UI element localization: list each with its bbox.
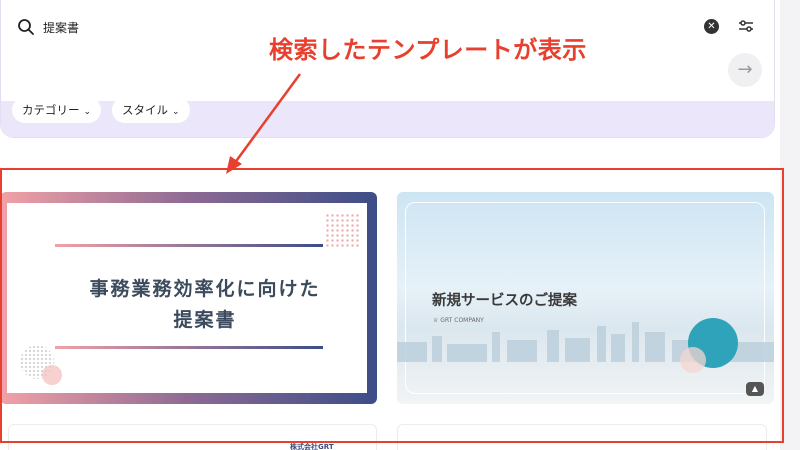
template-search-page: 提案書 ✕ → カテゴリー ⌄ スタイル ⌄ 事務業務効率化に向けた 提案書 新… xyxy=(0,0,800,450)
arrow-annotation-icon xyxy=(226,73,302,174)
close-circle-icon[interactable]: ✕ xyxy=(704,19,719,34)
search-panel: 提案書 ✕ → カテゴリー ⌄ スタイル ⌄ xyxy=(0,0,775,138)
chevron-down-icon: ⌄ xyxy=(172,107,180,117)
category-filter-label: カテゴリー xyxy=(22,103,80,117)
chevron-down-icon: ⌄ xyxy=(83,107,92,117)
style-filter-dropdown[interactable]: スタイル ⌄ xyxy=(112,97,190,123)
search-icon xyxy=(18,19,34,35)
submit-search-button[interactable]: → xyxy=(728,53,762,87)
sliders-icon[interactable] xyxy=(737,17,755,35)
category-filter-dropdown[interactable]: カテゴリー ⌄ xyxy=(12,97,102,123)
highlight-box xyxy=(0,168,784,443)
search-input[interactable]: 提案書 xyxy=(43,19,79,36)
style-filter-label: スタイル xyxy=(122,103,168,117)
annotation-label: 検索したテンプレートが表示 xyxy=(269,36,587,64)
company-name-partial: 株式会社GRT xyxy=(290,443,334,450)
